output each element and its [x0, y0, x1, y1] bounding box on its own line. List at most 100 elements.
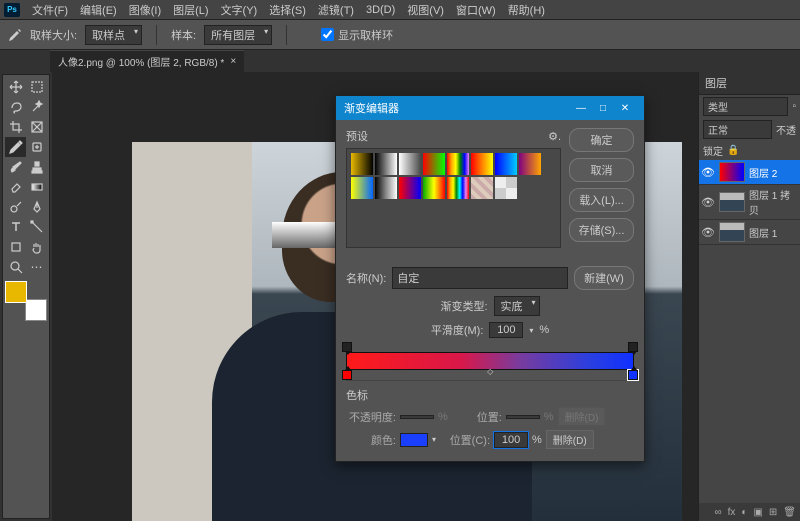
- name-field[interactable]: 自定: [392, 267, 568, 289]
- gradient-preset[interactable]: [351, 153, 373, 175]
- pen-tool[interactable]: [26, 197, 47, 217]
- show-ring-input[interactable]: [321, 28, 334, 41]
- dodge-tool[interactable]: [5, 197, 26, 217]
- link-layers-icon[interactable]: ∞: [714, 507, 721, 518]
- layer-thumbnail[interactable]: [719, 192, 745, 212]
- cancel-button[interactable]: 取消: [569, 158, 634, 182]
- gradient-type-dropdown[interactable]: 实底: [494, 296, 540, 316]
- frame-tool[interactable]: [26, 117, 47, 137]
- menu-select[interactable]: 选择(S): [263, 2, 312, 18]
- filter-icon[interactable]: ▫: [792, 101, 796, 112]
- menu-filter[interactable]: 滤镜(T): [312, 2, 360, 18]
- gradient-preset[interactable]: [471, 177, 493, 199]
- hand-tool[interactable]: [26, 237, 47, 257]
- layer-item[interactable]: 👁 图层 2: [699, 160, 800, 185]
- gradient-preset[interactable]: [519, 153, 541, 175]
- brush-tool[interactable]: [5, 157, 26, 177]
- move-tool[interactable]: [5, 77, 26, 97]
- layer-thumbnail[interactable]: [719, 222, 745, 242]
- close-icon[interactable]: ×: [230, 56, 236, 67]
- type-tool[interactable]: [5, 217, 26, 237]
- menu-image[interactable]: 图像(I): [123, 2, 167, 18]
- document-tab[interactable]: 人像2.png @ 100% (图层 2, RGB/8) * ×: [50, 50, 244, 72]
- eraser-tool[interactable]: [5, 177, 26, 197]
- color-pos-field[interactable]: 100: [494, 432, 528, 448]
- background-swatch[interactable]: [25, 299, 47, 321]
- opacity-stop-left[interactable]: [342, 342, 352, 352]
- delete-color-stop-button[interactable]: 删除(D): [546, 430, 594, 449]
- close-icon[interactable]: ✕: [614, 103, 636, 114]
- gear-icon[interactable]: ⚙.: [548, 130, 561, 143]
- layers-tab[interactable]: 图层: [699, 72, 800, 95]
- midpoint-icon[interactable]: ◇: [487, 367, 493, 376]
- group-icon[interactable]: ▣: [753, 507, 762, 518]
- gradient-preset[interactable]: [375, 177, 397, 199]
- gradient-preset[interactable]: [375, 153, 397, 175]
- gradient-preset[interactable]: [399, 177, 421, 199]
- spot-heal-tool[interactable]: [26, 137, 47, 157]
- lock-icon[interactable]: 🔒: [727, 145, 739, 156]
- new-layer-icon[interactable]: ⊞: [769, 507, 777, 518]
- menu-layer[interactable]: 图层(L): [167, 2, 214, 18]
- wand-tool[interactable]: [26, 97, 47, 117]
- save-button[interactable]: 存储(S)...: [569, 218, 634, 242]
- menu-window[interactable]: 窗口(W): [450, 2, 502, 18]
- options-bar: 取样大小: 取样点 样本: 所有图层 显示取样环: [0, 20, 800, 50]
- gradient-preset[interactable]: [423, 153, 445, 175]
- gradient-preset[interactable]: [447, 177, 469, 199]
- gradient-preset[interactable]: [423, 177, 445, 199]
- visibility-icon[interactable]: 👁: [701, 226, 715, 239]
- crop-tool[interactable]: [5, 117, 26, 137]
- stamp-tool[interactable]: [26, 157, 47, 177]
- ok-button[interactable]: 确定: [569, 128, 634, 152]
- menu-view[interactable]: 视图(V): [401, 2, 450, 18]
- maximize-icon[interactable]: □: [592, 103, 614, 114]
- shape-tool[interactable]: [5, 237, 26, 257]
- trash-icon[interactable]: 🗑: [783, 507, 796, 518]
- gradient-preset[interactable]: [495, 177, 517, 199]
- visibility-icon[interactable]: 👁: [701, 166, 715, 179]
- color-swatch[interactable]: [400, 433, 428, 447]
- foreground-swatch[interactable]: [5, 281, 27, 303]
- gradient-preset[interactable]: [447, 153, 469, 175]
- edit-toolbar[interactable]: ⋯: [26, 257, 47, 277]
- menu-3d[interactable]: 3D(D): [360, 4, 401, 16]
- gradient-bar[interactable]: ◇: [346, 352, 634, 370]
- eyedropper-tool[interactable]: [5, 137, 26, 157]
- load-button[interactable]: 载入(L)...: [569, 188, 634, 212]
- fx-icon[interactable]: fx: [728, 507, 736, 518]
- color-stop-right[interactable]: [628, 370, 638, 380]
- gradient-preset[interactable]: [351, 177, 373, 199]
- mask-icon[interactable]: ◐: [741, 507, 747, 518]
- gradient-preset[interactable]: [471, 153, 493, 175]
- blend-mode-dropdown[interactable]: 正常: [703, 120, 772, 139]
- menu-help[interactable]: 帮助(H): [502, 2, 551, 18]
- gradient-tool[interactable]: [26, 177, 47, 197]
- smoothness-field[interactable]: 100: [489, 322, 523, 338]
- visibility-icon[interactable]: 👁: [701, 196, 715, 209]
- layer-item[interactable]: 👁 图层 1: [699, 220, 800, 245]
- path-tool[interactable]: [26, 217, 47, 237]
- menu-type[interactable]: 文字(Y): [215, 2, 264, 18]
- dialog-titlebar[interactable]: 渐变编辑器 — □ ✕: [336, 96, 644, 120]
- gradient-preset[interactable]: [495, 153, 517, 175]
- menu-file[interactable]: 文件(F): [26, 2, 74, 18]
- opacity-stop-right[interactable]: [628, 342, 638, 352]
- menu-edit[interactable]: 编辑(E): [74, 2, 123, 18]
- percent-label: %: [532, 434, 542, 446]
- color-swatches[interactable]: [5, 281, 47, 321]
- layer-thumbnail[interactable]: [719, 162, 745, 182]
- sample-size-dropdown[interactable]: 取样点: [85, 25, 142, 45]
- layer-filter-kind[interactable]: 类型: [703, 97, 788, 116]
- presets-label: 预设: [346, 128, 368, 144]
- sample-dropdown[interactable]: 所有图层: [204, 25, 272, 45]
- marquee-tool[interactable]: [26, 77, 47, 97]
- zoom-tool[interactable]: [5, 257, 26, 277]
- show-sample-ring-checkbox[interactable]: 显示取样环: [321, 27, 393, 43]
- minimize-icon[interactable]: —: [570, 103, 592, 114]
- new-button[interactable]: 新建(W): [574, 266, 634, 290]
- layer-item[interactable]: 👁 图层 1 拷贝: [699, 185, 800, 220]
- gradient-preset[interactable]: [399, 153, 421, 175]
- color-stop-left[interactable]: [342, 370, 352, 380]
- lasso-tool[interactable]: [5, 97, 26, 117]
